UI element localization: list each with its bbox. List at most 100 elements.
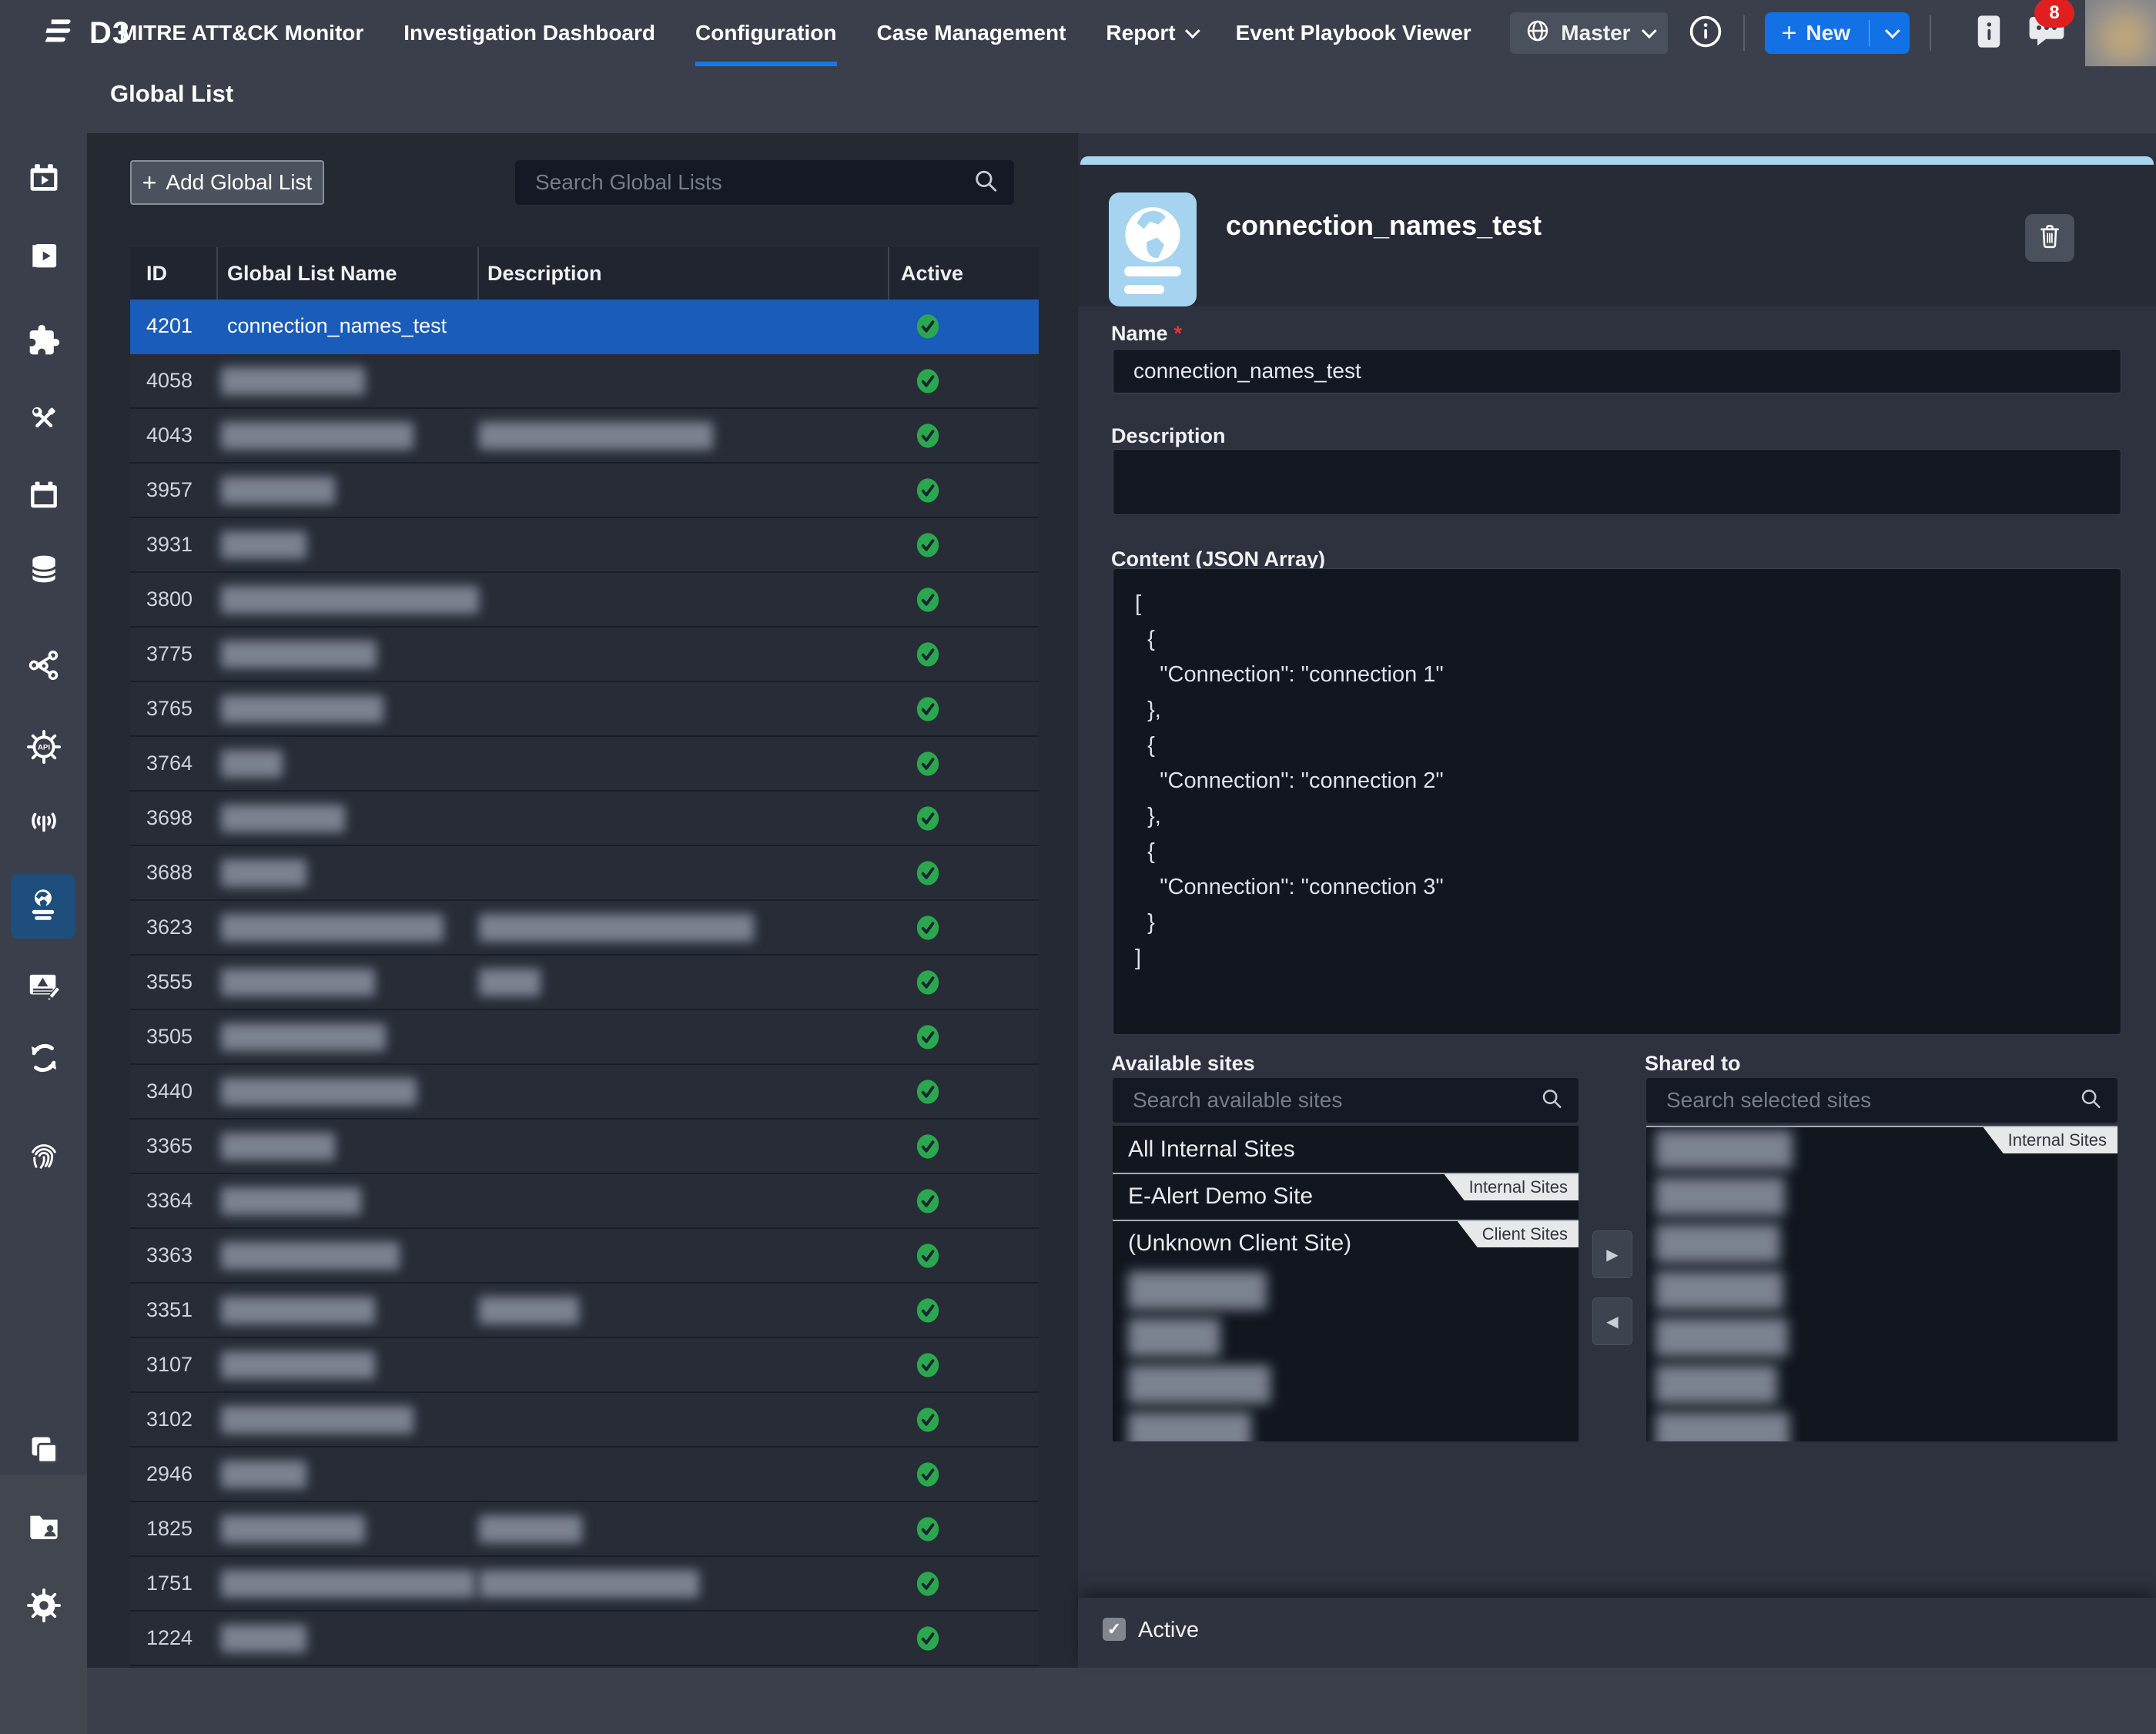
shared-site-item-redacted[interactable] [1646, 1173, 2118, 1220]
table-row-3351[interactable]: 3351 [130, 1284, 1039, 1338]
site-item-redacted[interactable] [1113, 1314, 1578, 1361]
table-row-3102[interactable]: 3102 [130, 1393, 1039, 1448]
move-left-button[interactable]: ◀ [1592, 1297, 1632, 1345]
user-avatar[interactable] [2085, 0, 2156, 66]
add-global-list-button[interactable]: + Add Global List [130, 160, 324, 205]
sidebar-item-playbooks[interactable] [0, 239, 87, 276]
table-row-3364[interactable]: 3364 [130, 1174, 1039, 1229]
redacted-description [479, 1570, 699, 1598]
nav-item-case-management[interactable]: Case Management [877, 0, 1066, 66]
site-item-redacted[interactable] [1113, 1267, 1578, 1314]
table-row-3688[interactable]: 3688 [130, 846, 1039, 901]
table-row-4043[interactable]: 4043 [130, 409, 1039, 464]
table-row-4201[interactable]: 4201connection_names_test [130, 300, 1039, 354]
sidebar-item-user-files[interactable] [0, 1508, 87, 1548]
site-item-e-alert-demo-site[interactable]: Internal SitesE-Alert Demo Site [1113, 1173, 1578, 1220]
column-header-global-list-name[interactable]: Global List Name [218, 247, 479, 300]
column-header-id[interactable]: ID [130, 247, 218, 300]
sidebar-item-settings[interactable] [0, 1588, 87, 1627]
notifications-icon[interactable]: 8 [2027, 12, 2067, 55]
redacted-name [221, 586, 479, 614]
table-row-1751[interactable]: 1751 [130, 1557, 1039, 1612]
name-field[interactable] [1113, 349, 2121, 393]
sidebar-item-monitor[interactable] [0, 162, 87, 199]
sidebar-item-identity[interactable] [0, 1137, 87, 1177]
active-checkbox[interactable]: ✓ [1103, 1618, 1126, 1641]
table-row-3440[interactable]: 3440 [130, 1065, 1039, 1120]
nav-item-investigation-dashboard[interactable]: Investigation Dashboard [403, 0, 655, 66]
cell-description [479, 956, 889, 1009]
shared-sites-search-input[interactable] [1646, 1078, 2118, 1123]
sidebar-item-global-lists[interactable] [11, 874, 75, 939]
shared-site-item-redacted[interactable] [1646, 1361, 2118, 1408]
table-row-3623[interactable]: 3623 [130, 901, 1039, 956]
release-notes-icon[interactable] [1974, 13, 2004, 54]
table-row-1825[interactable]: 1825 [130, 1502, 1039, 1557]
sidebar-item-multi-window[interactable] [0, 1433, 87, 1471]
sidebar-item-sync[interactable] [0, 1040, 87, 1080]
sidebar-item-webhooks[interactable] [0, 803, 87, 842]
nav-item-event-playbook-viewer[interactable]: Event Playbook Viewer [1236, 0, 1471, 66]
table-row-3505[interactable]: 3505 [130, 1010, 1039, 1065]
global-list-search-input[interactable] [515, 160, 1014, 205]
nav-item-report[interactable]: Report [1106, 0, 1195, 66]
table-row-3957[interactable]: 3957 [130, 464, 1039, 518]
table-row-3764[interactable]: 3764 [130, 737, 1039, 792]
active-check-icon [915, 1351, 941, 1379]
sidebar-item-utilities[interactable] [0, 402, 87, 440]
site-item-redacted[interactable] [1113, 1408, 1578, 1441]
delete-button[interactable] [2025, 214, 2074, 262]
table-row-3363[interactable]: 3363 [130, 1229, 1039, 1284]
shared-site-item-redacted[interactable] [1646, 1220, 2118, 1267]
group-divider [1646, 1126, 2118, 1127]
info-icon[interactable] [1688, 14, 1723, 53]
folder-user-icon [26, 1508, 62, 1548]
active-check-icon [915, 1570, 941, 1598]
available-sites-search-input[interactable] [1113, 1078, 1578, 1123]
column-header-description[interactable]: Description [479, 247, 889, 300]
site-item-all-internal-sites[interactable]: All Internal Sites [1113, 1126, 1578, 1173]
table-row-1224[interactable]: 1224 [130, 1612, 1039, 1666]
cell-description [479, 1448, 889, 1501]
table-row-3765[interactable]: 3765 [130, 682, 1039, 737]
table-row-3698[interactable]: 3698 [130, 792, 1039, 846]
shared-site-item-redacted[interactable]: Internal Sites [1646, 1126, 2118, 1173]
table-row-3931[interactable]: 3931 [130, 518, 1039, 573]
d3-logo[interactable]: D3 [42, 0, 130, 66]
table-row-3555[interactable]: 3555 [130, 956, 1039, 1010]
sidebar-item-data-management[interactable] [0, 552, 87, 590]
table-row-3107[interactable]: 3107 [130, 1338, 1039, 1393]
redacted-name [221, 1133, 335, 1160]
playbook-icon [27, 239, 61, 276]
new-button[interactable]: + New [1765, 12, 1910, 54]
required-marker: * [1174, 322, 1183, 345]
content-json-editor[interactable]: [ { "Connection": "connection 1" }, { "C… [1113, 568, 2121, 1035]
cell-active [889, 1557, 1039, 1610]
sidebar-item-schedules[interactable] [0, 479, 87, 517]
description-field[interactable] [1113, 449, 2121, 515]
site-item--unknown-client-site-[interactable]: Client Sites(Unknown Client Site) [1113, 1220, 1578, 1267]
cell-id: 3688 [130, 846, 218, 899]
shared-site-item-redacted[interactable] [1646, 1314, 2118, 1361]
active-check-icon [915, 477, 941, 504]
site-item-redacted[interactable] [1113, 1361, 1578, 1408]
nav-item-configuration[interactable]: Configuration [695, 0, 837, 66]
column-header-active[interactable]: Active [889, 247, 1039, 300]
table-row-3775[interactable]: 3775 [130, 628, 1039, 682]
nav-item-mitre-att-ck-monitor[interactable]: MITRE ATT&CK Monitor [119, 0, 363, 66]
site-master-dropdown[interactable]: Master [1510, 12, 1667, 54]
cell-id: 3764 [130, 737, 218, 790]
table-row-2946[interactable]: 2946 [130, 1448, 1039, 1502]
move-right-button[interactable]: ▶ [1592, 1230, 1632, 1278]
shared-site-item-redacted[interactable] [1646, 1408, 2118, 1441]
cell-id: 4043 [130, 409, 218, 462]
table-row-3800[interactable]: 3800 [130, 573, 1039, 628]
sidebar-item-event-rules[interactable] [0, 968, 87, 1007]
sidebar-item-integrations[interactable] [0, 323, 87, 361]
sidebar-item-api[interactable]: API [0, 729, 87, 768]
table-row-3365[interactable]: 3365 [130, 1120, 1039, 1174]
shared-site-item-redacted[interactable] [1646, 1267, 2118, 1314]
table-row-4058[interactable]: 4058 [130, 354, 1039, 409]
cell-name [218, 1120, 479, 1173]
sidebar-item-link-analysis[interactable] [0, 648, 87, 686]
